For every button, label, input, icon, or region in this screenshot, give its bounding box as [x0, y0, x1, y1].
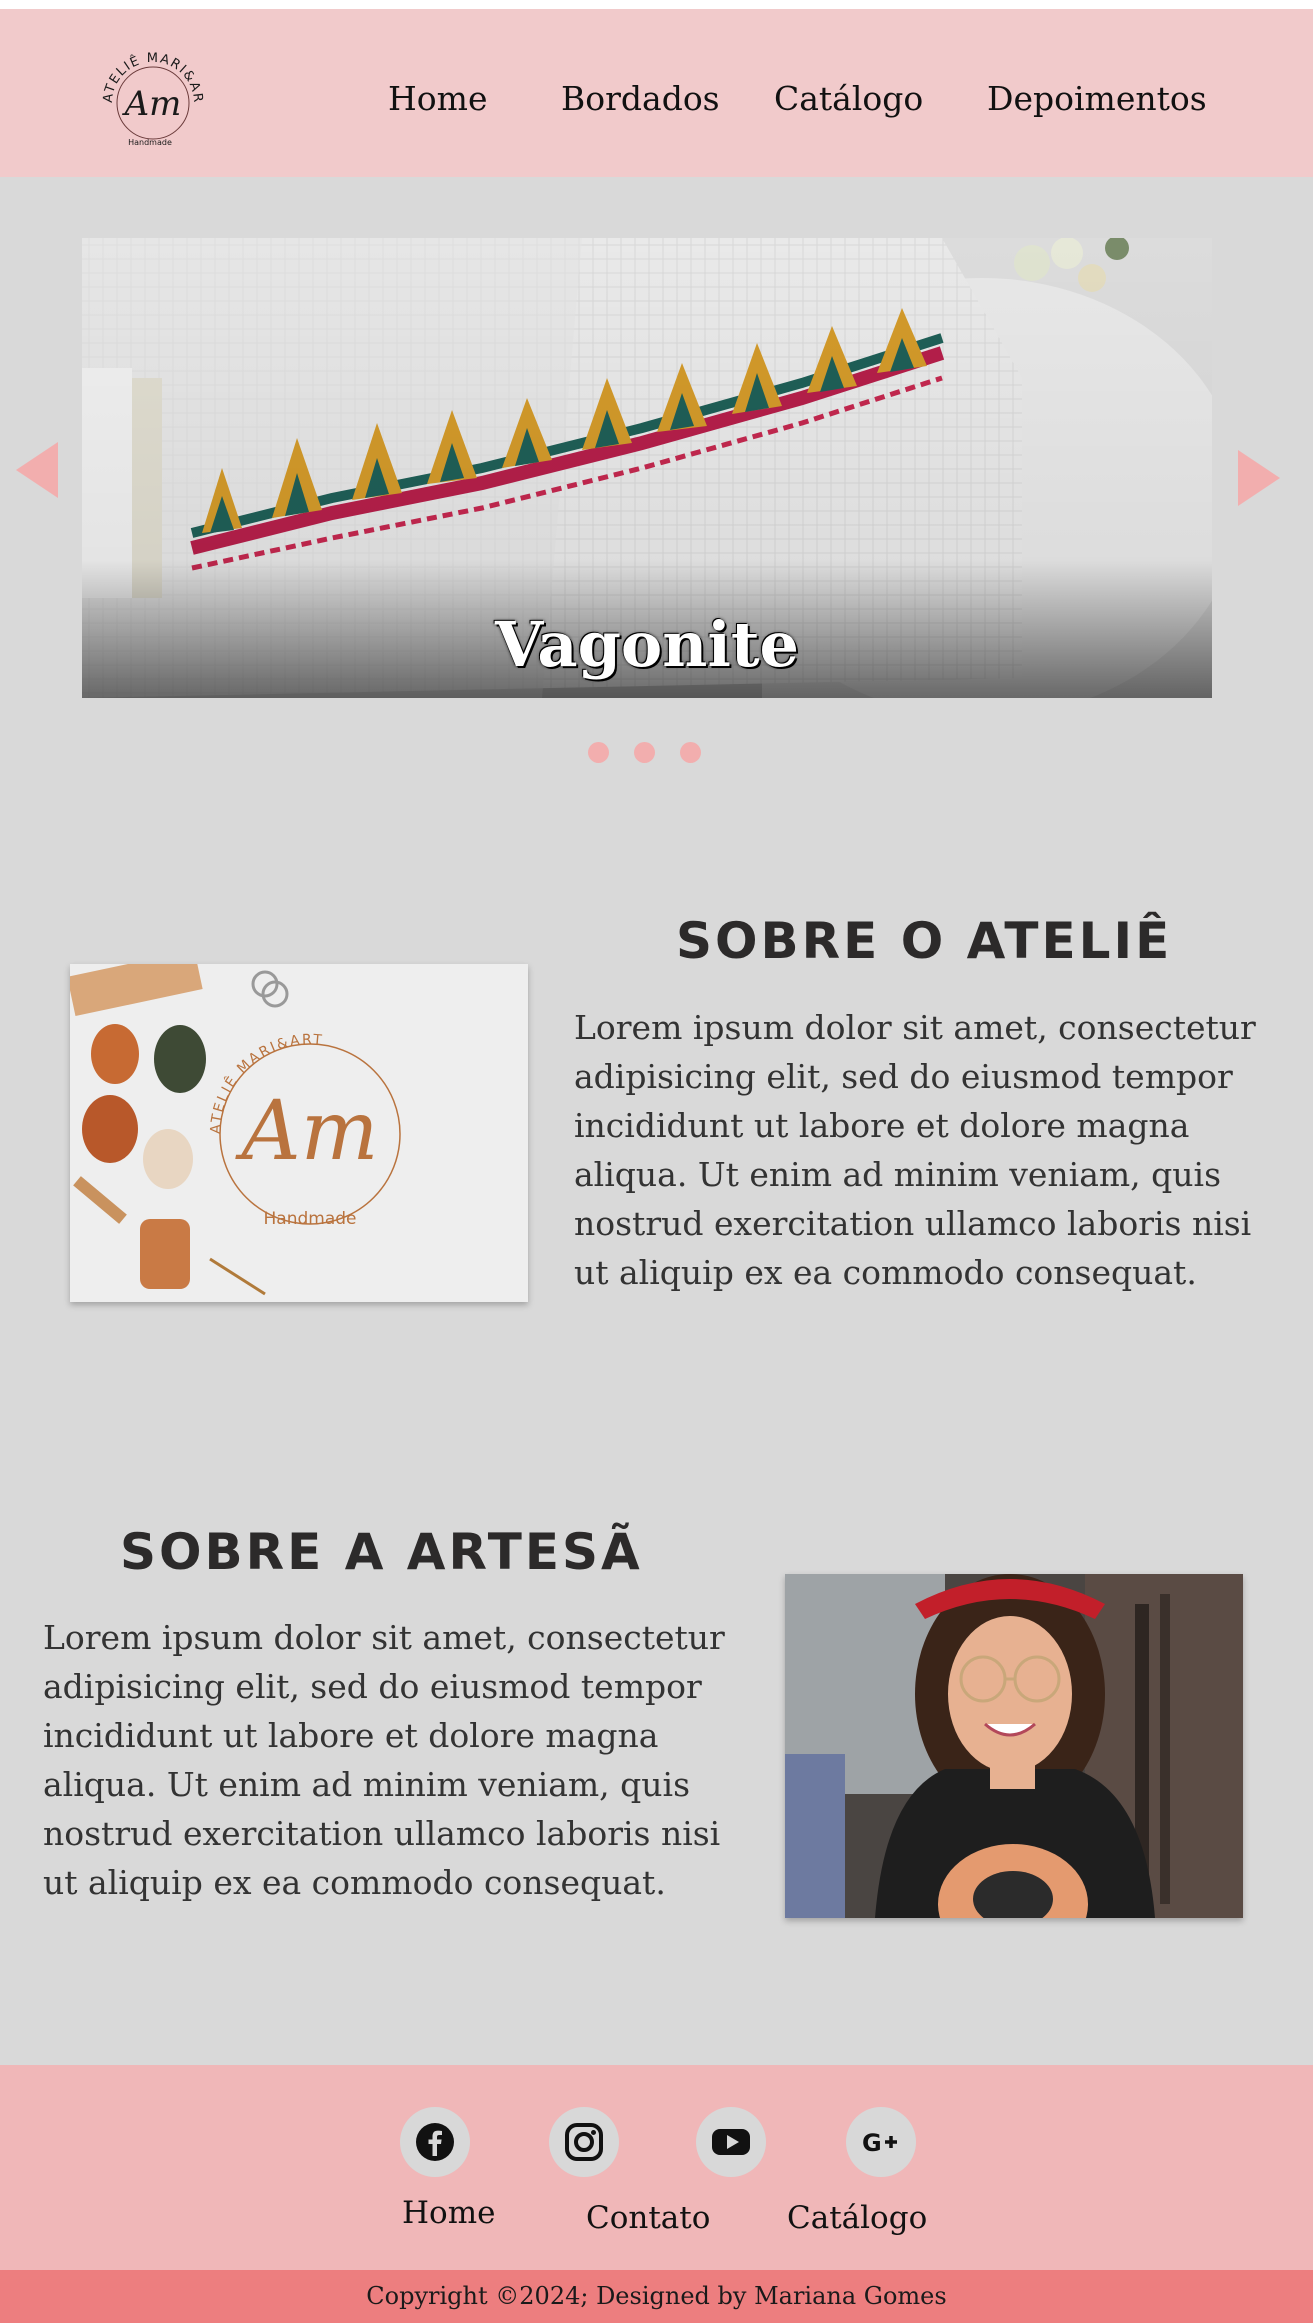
google-plus-link[interactable]: G	[846, 2107, 916, 2177]
svg-text:G: G	[862, 2129, 882, 2157]
google-plus-icon: G	[862, 2129, 897, 2157]
top-strip	[0, 0, 1313, 9]
atelie-photo: ATELIÊ MARI&ART Am Handmade	[70, 964, 528, 1302]
site-header: ATELIÊ MARI&ART Am Handmade Home Bordado…	[0, 9, 1313, 177]
nav-catalogo[interactable]: Catálogo	[774, 79, 923, 118]
copyright-text: Copyright ©2024; Designed by Mariana Gom…	[366, 2282, 947, 2310]
youtube-link[interactable]	[696, 2107, 766, 2177]
about-atelie-text: Lorem ipsum dolor sit amet, consectetur …	[574, 1008, 1256, 1292]
instagram-icon	[565, 2123, 603, 2161]
triangle-left-icon	[16, 442, 58, 498]
about-artesa-text: Lorem ipsum dolor sit amet, consectetur …	[43, 1618, 725, 1902]
main-nav: Home Bordados Catálogo Depoimentos	[0, 79, 1313, 129]
carousel-next-button[interactable]	[1236, 448, 1282, 508]
carousel-indicators	[588, 742, 708, 766]
atelie-photo-monogram: Am	[235, 1084, 379, 1179]
about-atelie-title: SOBRE O ATELIÊ	[676, 912, 1173, 970]
facebook-icon	[416, 2123, 454, 2161]
nav-bordados[interactable]: Bordados	[561, 79, 720, 118]
carousel-prev-button[interactable]	[14, 440, 60, 500]
nav-depoimentos[interactable]: Depoimentos	[987, 79, 1207, 118]
footer-link-catalogo[interactable]: Catálogo	[787, 2200, 927, 2236]
footer-link-home[interactable]: Home	[402, 2195, 495, 2231]
carousel-caption: Vagonite	[494, 608, 799, 681]
carousel-dot-1[interactable]	[588, 742, 609, 763]
youtube-icon	[712, 2129, 750, 2155]
about-artesa-title: SOBRE A ARTESÃ	[120, 1523, 643, 1581]
carousel-dot-2[interactable]	[634, 742, 655, 763]
artesa-photo	[785, 1574, 1243, 1918]
atelie-photo-text-bottom: Handmade	[264, 1209, 357, 1229]
nav-home[interactable]: Home	[388, 79, 487, 118]
site-footer: G Home Contato Catálogo	[0, 2065, 1313, 2270]
image-carousel[interactable]: Vagonite	[82, 238, 1212, 698]
carousel-dot-3[interactable]	[680, 742, 701, 763]
copyright-bar: Copyright ©2024; Designed by Mariana Gom…	[0, 2270, 1313, 2323]
footer-link-contato[interactable]: Contato	[586, 2200, 710, 2236]
triangle-right-icon	[1238, 450, 1280, 506]
logo-text-bottom: Handmade	[128, 138, 172, 147]
facebook-link[interactable]	[400, 2107, 470, 2177]
instagram-link[interactable]	[549, 2107, 619, 2177]
